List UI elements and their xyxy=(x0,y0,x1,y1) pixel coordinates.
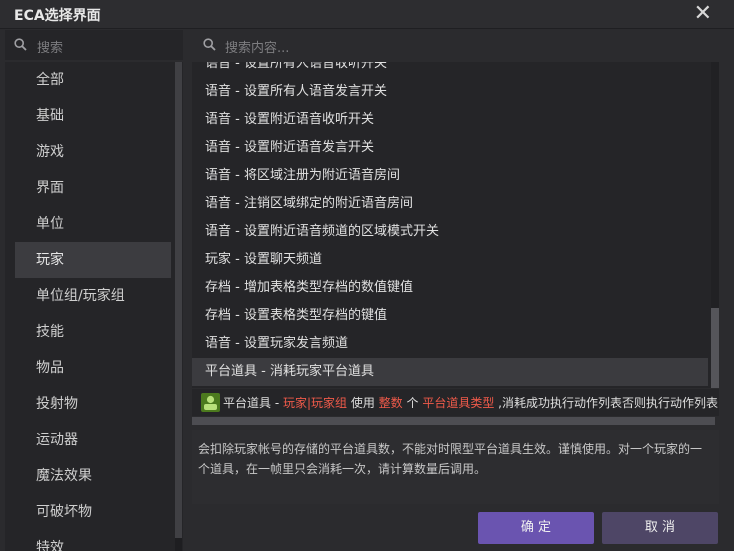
search-icon xyxy=(203,38,216,51)
list-item[interactable]: 存档 - 增加表格类型存档的数值键值 xyxy=(192,274,708,302)
sidebar-item-projectile[interactable]: 投射物 xyxy=(15,386,171,422)
param-item-type[interactable]: 平台道具类型 xyxy=(422,396,494,410)
list-item[interactable]: 语音 - 注销区域绑定的附近语音房间 xyxy=(192,190,708,218)
action-list: 语音 - 设置所有人语音收听开关 语音 - 设置所有人语音发言开关 语音 - 设… xyxy=(192,62,719,388)
list-item[interactable]: 玩家 - 设置聊天频道 xyxy=(192,246,708,274)
sidebar-item-mover[interactable]: 运动器 xyxy=(15,422,171,458)
sidebar-item-game[interactable]: 游戏 xyxy=(15,134,171,170)
param-player[interactable]: 玩家|玩家组 xyxy=(283,396,347,410)
list-item[interactable]: 语音 - 设置所有人语音收听开关 xyxy=(192,62,708,78)
category-sidebar: 全部 基础 游戏 界面 单位 玩家 单位组/玩家组 技能 物品 投射物 运动器 … xyxy=(5,62,183,551)
search-icon xyxy=(14,38,27,51)
title-bar: ECA选择界面 ✕ xyxy=(0,0,734,29)
sidebar-scrollbar-thumb[interactable] xyxy=(175,62,182,538)
category-search[interactable]: 搜索 xyxy=(5,30,183,60)
window-title: ECA选择界面 xyxy=(14,8,101,24)
signature-text: 平台道具 - 玩家|玩家组 使用 整数 个 平台道具类型 ,消耗成功执行动作列表… xyxy=(223,394,718,411)
list-item[interactable]: 语音 - 设置所有人语音发言开关 xyxy=(192,78,708,106)
content-search-input[interactable]: 搜索内容... xyxy=(225,37,289,56)
param-integer[interactable]: 整数 xyxy=(379,396,403,410)
cancel-button[interactable]: 取 消 xyxy=(602,512,718,544)
category-search-input[interactable]: 搜索 xyxy=(37,37,63,56)
list-scrollbar-thumb[interactable] xyxy=(711,308,719,388)
content-search[interactable]: 搜索内容... xyxy=(192,30,718,60)
list-item-selected[interactable]: 平台道具 - 消耗玩家平台道具 xyxy=(192,358,708,386)
list-item[interactable]: 存档 - 设置表格类型存档的键值 xyxy=(192,302,708,330)
confirm-button[interactable]: 确 定 xyxy=(478,512,594,544)
player-avatar-icon xyxy=(201,393,220,412)
sidebar-item-magic-effect[interactable]: 魔法效果 xyxy=(15,458,171,494)
sidebar-item-ui[interactable]: 界面 xyxy=(15,170,171,206)
sidebar-item-player[interactable]: 玩家 xyxy=(15,242,171,278)
sidebar-item-unit[interactable]: 单位 xyxy=(15,206,171,242)
sidebar-item-vfx[interactable]: 特效 xyxy=(15,530,171,551)
description-text: 会扣除玩家帐号的存储的平台道具数，不能对时限型平台道具生效。谨慎使用。对一个玩家… xyxy=(192,430,719,504)
list-item[interactable]: 语音 - 设置附近语音发言开关 xyxy=(192,134,708,162)
horizontal-scrollbar[interactable] xyxy=(192,417,715,425)
signature-suffix: ,消耗成功执行动作列表否则执行动作列表 xyxy=(494,396,718,410)
action-signature: 平台道具 - 玩家|玩家组 使用 整数 个 平台道具类型 ,消耗成功执行动作列表… xyxy=(192,389,719,416)
sidebar-item-group[interactable]: 单位组/玩家组 xyxy=(15,278,171,314)
list-item[interactable]: 语音 - 设置玩家发言频道 xyxy=(192,330,708,358)
signature-word-count: 个 xyxy=(402,396,423,410)
list-item[interactable]: 语音 - 设置附近语音收听开关 xyxy=(192,106,708,134)
sidebar-item-all[interactable]: 全部 xyxy=(15,62,171,98)
signature-prefix: 平台道具 - xyxy=(223,396,283,410)
signature-word-use: 使用 xyxy=(347,396,379,410)
sidebar-item-item[interactable]: 物品 xyxy=(15,350,171,386)
close-icon[interactable]: ✕ xyxy=(694,1,712,26)
sidebar-item-destructible[interactable]: 可破坏物 xyxy=(15,494,171,530)
list-item[interactable]: 语音 - 设置附近语音频道的区域模式开关 xyxy=(192,218,708,246)
list-item[interactable]: 语音 - 将区域注册为附近语音房间 xyxy=(192,162,708,190)
sidebar-item-basic[interactable]: 基础 xyxy=(15,98,171,134)
sidebar-item-skill[interactable]: 技能 xyxy=(15,314,171,350)
